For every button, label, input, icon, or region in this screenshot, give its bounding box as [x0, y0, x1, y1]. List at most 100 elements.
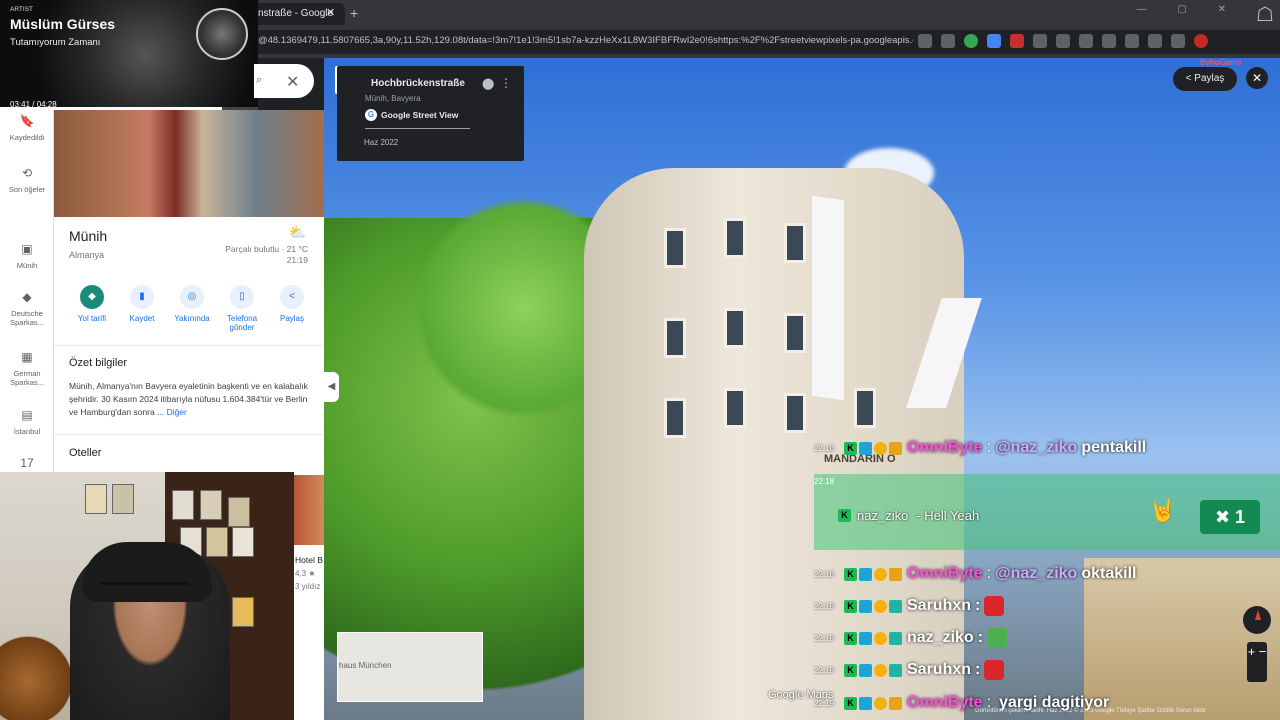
share-button[interactable]: < Paylaş [1173, 67, 1237, 91]
chat-emote-icon [984, 596, 1005, 616]
chat-text: - Hell Yeah [916, 508, 980, 523]
menu-icon[interactable] [1171, 34, 1185, 48]
kick-badge-icon: K [844, 663, 857, 677]
kick-badge-icon: K [844, 567, 857, 581]
chat-message: 22:18 K OmniByte: @naz_ziko oktakill [814, 563, 1136, 585]
url-text[interactable]: @48.1369479,11.5807665,3a,90y,11.52h,129… [258, 35, 913, 46]
save-button[interactable]: ▮ Kaydet [118, 285, 166, 332]
chat-username: naz_ziko [907, 629, 974, 646]
divider [54, 345, 324, 346]
download-icon[interactable] [1148, 34, 1162, 48]
chat-text: yargi dagitiyor [999, 694, 1110, 711]
place-country: Almanya [69, 250, 105, 260]
bookmark-star-icon[interactable] [941, 34, 955, 48]
place-actions: ◆ Yol tarifi ▮ Kaydet ◎ Yakınında ▯ Telefona gö… [68, 285, 316, 332]
collapse-panel-button[interactable]: ◀ [324, 372, 339, 402]
share-icon: < [280, 285, 304, 309]
extension-translate-icon[interactable] [987, 34, 1001, 48]
search-close-icon[interactable]: ✕ [286, 72, 299, 92]
calendar-icon: 17 [20, 456, 34, 470]
place-name: Münih [69, 228, 108, 244]
profile-avatar[interactable] [1194, 34, 1208, 48]
address-bar[interactable]: @48.1369479,11.5807665,3a,90y,11.52h,129… [250, 30, 1280, 54]
poster [232, 597, 254, 627]
subscriber-badge-icon [889, 567, 902, 581]
action-label: Yakınında [174, 314, 210, 323]
nearby-icon: ◎ [180, 285, 204, 309]
sidebar-item[interactable]: ⟲ Son öğeler [0, 164, 54, 194]
directions-button[interactable]: ◆ Yol tarifi [68, 285, 116, 332]
extensions-bar [918, 34, 1208, 48]
extensions-puzzle-icon[interactable] [1079, 34, 1093, 48]
share-page-icon[interactable] [918, 34, 932, 48]
chat-message: 22:19 Knaz_ziko: [814, 627, 1008, 649]
chat-text: : [975, 661, 981, 678]
nearby-button[interactable]: ◎ Yakınında [168, 285, 216, 332]
street-view-source[interactable]: G Google Street View [365, 109, 458, 121]
kick-logo-icon: ✖ [1214, 507, 1231, 527]
chat-text: pentakill [1081, 439, 1147, 456]
action-label: Kaydet [129, 314, 155, 323]
hotel-name: Hotel B [295, 555, 323, 565]
sidebar-item[interactable]: ▣ Münih [0, 240, 54, 270]
window-controls[interactable]: — ▢ ✕ [1137, 4, 1240, 15]
minimap[interactable]: haus München [337, 632, 483, 702]
action-label: Telefona gönder [226, 314, 258, 332]
gift-badge-icon [874, 696, 887, 710]
hotel-stars: 3 yıldız [295, 582, 321, 591]
chat-mention: @naz_ziko [995, 439, 1078, 456]
capture-date[interactable]: Haz 2022 [364, 138, 398, 147]
gift-badge-icon [874, 599, 887, 613]
search-box[interactable] [254, 64, 314, 98]
verified-badge-icon [859, 696, 872, 710]
extension-icon[interactable] [1056, 34, 1070, 48]
poster [232, 527, 254, 557]
kick-badge-icon: K [844, 599, 857, 613]
extension-icon[interactable] [1125, 34, 1139, 48]
chat-message: 22:18 K OmniByte: @naz_ziko pentakill [814, 437, 1146, 459]
share-place-button[interactable]: < Paylaş [268, 285, 316, 332]
summary-title: Özet bilgiler [69, 357, 128, 369]
directions-icon: ◆ [80, 285, 104, 309]
poster [200, 490, 222, 520]
sidebar-item[interactable]: ◆ Deutsche Sparkas... [0, 288, 54, 327]
bookmark-icon: ▮ [130, 285, 154, 309]
sidebar-icon[interactable] [1102, 34, 1116, 48]
chat-emote-icon [984, 660, 1005, 680]
sidebar-item[interactable]: ▦ German Sparkas... [0, 348, 54, 387]
sidebar-item[interactable]: ▤ İstanbul [0, 406, 54, 436]
sidebar-item[interactable]: 🔖 Kaydedildi [0, 112, 54, 142]
highlighted-message-body: K naz_ziko - Hell Yeah [838, 508, 979, 523]
chat-text: : [977, 629, 984, 646]
tab-close-icon[interactable]: ✕ [326, 6, 335, 19]
more-options-icon[interactable]: ⋮ [500, 76, 512, 90]
hotel-card[interactable]: Hotel B 4,3 ★ 3 yıldız [294, 475, 324, 720]
weather-text: Parçalı bulutlu · 21 °C [225, 244, 308, 254]
music-label: ARTIST [10, 6, 33, 13]
divider [365, 128, 470, 129]
verified-badge-icon [859, 567, 872, 581]
highlighted-message: 22:18 K naz_ziko - Hell Yeah 🤘 ✖ 1 [814, 474, 1280, 550]
extension-icon[interactable] [1033, 34, 1047, 48]
istanbul-icon: ▤ [21, 408, 33, 422]
new-tab-button[interactable]: + [350, 5, 358, 21]
send-to-phone-button[interactable]: ▯ Telefona gönder [218, 285, 266, 332]
location-pin-icon[interactable]: ⬤ [482, 77, 494, 90]
summary-more-link[interactable]: Diğer [167, 407, 187, 417]
sidebar-item-label: Kaydedildi [9, 133, 45, 142]
maps-sidebar-rail: 🔖 Kaydedildi ⟲ Son öğeler ▣ Münih ◆ Deutsche Sp… [0, 110, 54, 475]
flag [812, 195, 844, 401]
minimap-label: haus München [339, 661, 392, 670]
close-street-view-button[interactable]: ✕ [1246, 67, 1268, 89]
action-label: Paylaş [279, 314, 304, 323]
place-panel: Münih Almanya ⛅ Parçalı bulutlu · 21 °C … [54, 110, 324, 475]
street-view-subtitle: Münih, Bavyera [365, 94, 421, 103]
subscriber-badge-icon [889, 696, 902, 710]
chat-username: OmniByte [907, 565, 983, 582]
city-photo[interactable] [54, 110, 324, 217]
chat-separator: : [986, 565, 992, 582]
extension-youtube-icon[interactable] [1010, 34, 1024, 48]
moderator-badge-icon [889, 631, 902, 645]
search-icon[interactable]: ⌕ [256, 74, 262, 87]
extension-google-icon[interactable] [964, 34, 978, 48]
